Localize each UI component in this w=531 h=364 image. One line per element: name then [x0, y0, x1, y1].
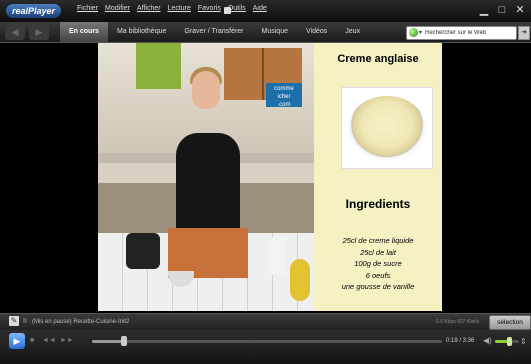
menu-afficher[interactable]: Afficher	[137, 5, 161, 12]
tab-jeux[interactable]: Jeux	[336, 22, 369, 42]
maximize-button[interactable]: □	[497, 3, 507, 17]
window-controls: ▁ □ ✕	[479, 3, 525, 17]
custard-bowl-image	[348, 96, 426, 160]
ingredients-list: 25cl de creme liquide 25cl de lait 100g …	[314, 235, 442, 293]
status-bar: ✎ II (Mis en pause) Recette-Cuisine-Init…	[0, 313, 531, 330]
menu-extra-icon[interactable]	[224, 7, 231, 14]
cooking-video-image: comme icher .com	[98, 43, 314, 311]
stop-button[interactable]: ■	[30, 333, 34, 349]
search-input[interactable]	[425, 27, 513, 39]
ingredients-title: Ingredients	[345, 197, 411, 211]
ingredient-item: 6 oeufs	[365, 270, 391, 280]
seek-progress	[92, 340, 124, 343]
realplayer-logo: realPlayer	[6, 4, 62, 18]
status-text: (Mis en pause) Recette-Cuisine-Init2	[32, 319, 130, 325]
bitrate-readout: 0.0 Kbps 607 Kbit/s	[436, 319, 480, 325]
ingredient-item: 100g de sucre	[354, 259, 402, 268]
time-display: 0:19 / 3:36	[446, 338, 475, 344]
video-area[interactable]: comme icher .com Creme anglaise Ingredie…	[6, 43, 525, 311]
ingredient-item: une gousse de vanille	[341, 282, 415, 291]
tab-musique[interactable]: Musique	[253, 22, 297, 42]
video-frame: comme icher .com Creme anglaise Ingredie…	[98, 43, 442, 311]
forward-button[interactable]: ►	[29, 24, 49, 40]
dropdown-arrow-icon[interactable]: ▾	[419, 27, 422, 39]
site-logo: comme icher .com	[266, 83, 302, 108]
expand-icon[interactable]: ⇕	[520, 336, 527, 348]
tab-videos[interactable]: Vidéos	[297, 22, 336, 42]
pause-icon: II	[23, 318, 27, 325]
minimize-button[interactable]: ▁	[479, 3, 489, 17]
seek-handle[interactable]	[120, 336, 127, 346]
menu-modifier[interactable]: Modifier	[105, 5, 130, 12]
playback-controls: ▶ ■ ◄◄ ►► 0:19 / 3:36 ◀) ⇕	[0, 330, 531, 364]
tab-en-cours[interactable]: En cours	[60, 22, 108, 42]
previous-button[interactable]: ◄◄	[42, 333, 56, 349]
volume-icon[interactable]: ◀)	[483, 335, 492, 347]
edit-icon[interactable]: ✎	[9, 316, 19, 326]
chef	[176, 133, 240, 233]
tab-graver-transferer[interactable]: Graver / Transférer	[175, 22, 252, 42]
tab-ma-bibliotheque[interactable]: Ma bibliothèque	[108, 22, 175, 42]
recipe-title: Creme anglaise	[337, 53, 419, 65]
menu-lecture[interactable]: Lecture	[168, 5, 191, 12]
selection-button[interactable]: sélection	[489, 315, 531, 330]
recipe-photo	[341, 87, 433, 169]
close-button[interactable]: ✕	[515, 3, 525, 17]
ingredient-item: 25cl de lait	[360, 247, 396, 257]
toolbar: ◄ ► En cours Ma bibliothèque Graver / Tr…	[0, 22, 531, 43]
tab-bar: En cours Ma bibliothèque Graver / Transf…	[60, 22, 369, 42]
ingredient-item: 25cl de creme liquide	[342, 236, 414, 245]
menu-favoris[interactable]: Favoris	[198, 5, 221, 12]
menu-aide[interactable]: Aide	[253, 5, 267, 12]
globe-icon[interactable]	[409, 28, 418, 37]
back-button[interactable]: ◄	[5, 24, 25, 40]
web-search-box: ▾	[406, 26, 517, 40]
volume-slider[interactable]	[495, 337, 519, 346]
seek-bar[interactable]	[92, 336, 442, 346]
title-bar: realPlayer Fichier Modifier Afficher Lec…	[0, 0, 531, 23]
menu-bar: Fichier Modifier Afficher Lecture Favori…	[77, 5, 267, 12]
search-go-button[interactable]: ➜	[518, 26, 530, 40]
menu-fichier[interactable]: Fichier	[77, 5, 98, 12]
volume-handle[interactable]	[507, 337, 513, 346]
play-button[interactable]: ▶	[9, 333, 25, 349]
next-button[interactable]: ►►	[60, 333, 74, 349]
